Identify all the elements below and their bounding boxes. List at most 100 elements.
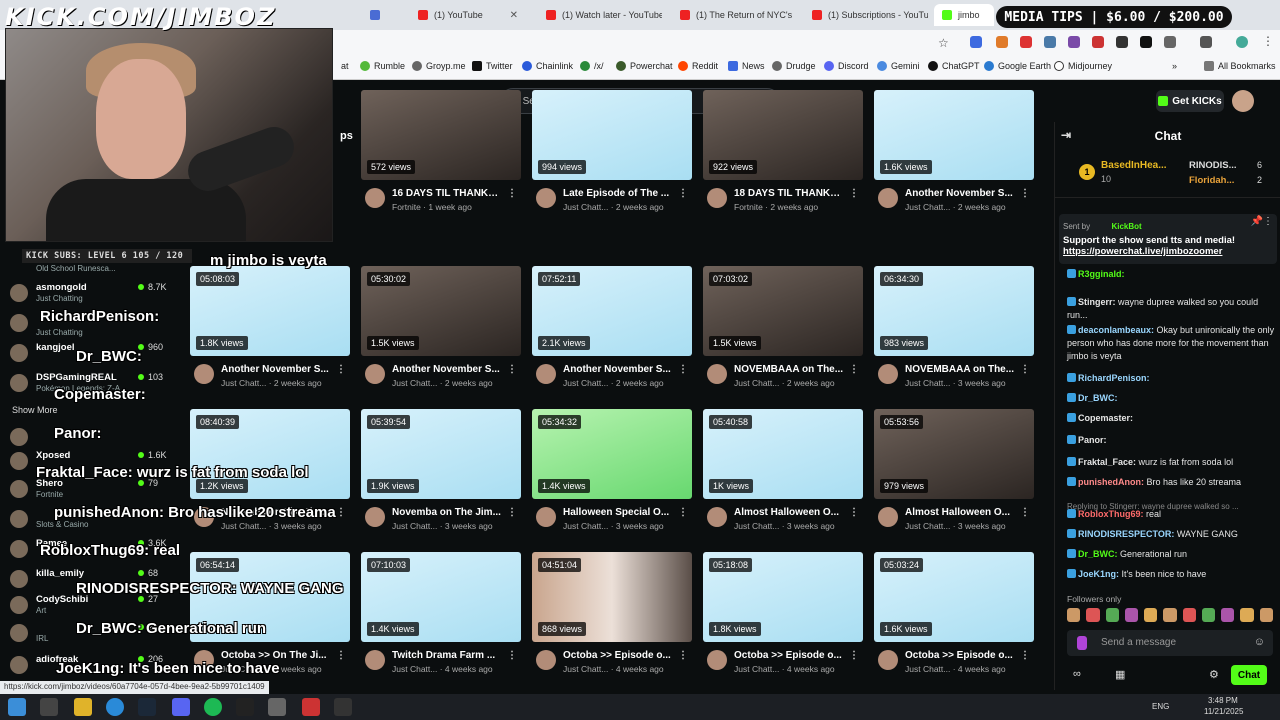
store-icon[interactable]: ▦ — [1115, 668, 1125, 681]
bookmark-google-earth[interactable]: Google Earth — [984, 61, 1051, 71]
avatar[interactable] — [536, 650, 556, 670]
video-title[interactable]: Another November S... — [905, 188, 1017, 199]
app-icon[interactable] — [302, 698, 320, 716]
bookmark-powerchat[interactable]: Powerchat — [616, 61, 673, 71]
video-thumbnail[interactable]: 994 views — [532, 90, 692, 180]
kebab-menu-icon[interactable]: ⋮ — [678, 650, 688, 661]
video-title[interactable]: 18 DAYS TIL THANKSGIVING — [734, 188, 846, 199]
emote-icon[interactable] — [1182, 608, 1196, 622]
all-bookmarks[interactable]: All Bookmarks — [1204, 61, 1276, 71]
video-title[interactable]: Late Episode of The ... — [563, 188, 675, 199]
video-title[interactable]: NOVEMBAAA on The... — [734, 364, 846, 375]
bookmark-truncated[interactable]: at — [341, 61, 349, 71]
video-thumbnail[interactable]: 05:40:58 1K views — [703, 409, 863, 499]
discord-icon[interactable] — [172, 698, 190, 716]
video-title[interactable]: Octoba >> Episode o... — [905, 650, 1017, 661]
video-title[interactable]: Octoba >> Episode o... — [563, 650, 675, 661]
chat-username[interactable]: Copemaster: — [1078, 413, 1133, 423]
video-title[interactable]: 16 DAYS TIL THANKSGIVING — [392, 188, 504, 199]
bookmarks-overflow-icon[interactable]: » — [1172, 61, 1177, 71]
kebab-menu-icon[interactable]: ⋮ — [849, 507, 859, 518]
avatar[interactable] — [365, 364, 385, 384]
avatar[interactable] — [707, 650, 727, 670]
video-title[interactable]: Novemba on The Jim... — [392, 507, 504, 518]
video-thumbnail[interactable]: 05:34:32 1.4K views — [532, 409, 692, 499]
kebab-menu-icon[interactable]: ⋮ — [1262, 34, 1274, 48]
video-thumbnail[interactable]: 572 views — [361, 90, 521, 180]
bookmark-midjourney[interactable]: Midjourney — [1054, 61, 1112, 71]
chat-send-button[interactable]: Chat — [1231, 665, 1267, 685]
kebab-menu-icon[interactable]: ⋮ — [849, 650, 859, 661]
video-thumbnail[interactable]: 05:08:03 1.8K views — [190, 266, 350, 356]
language-indicator[interactable]: ENG — [1152, 702, 1169, 711]
avatar[interactable] — [365, 650, 385, 670]
avatar[interactable] — [707, 507, 727, 527]
leader-name[interactable]: Floridah... — [1189, 175, 1234, 186]
avatar[interactable] — [194, 364, 214, 384]
chat-message[interactable]: Panor: — [1067, 434, 1275, 447]
clock-date[interactable]: 11/21/2025 — [1204, 707, 1243, 716]
extension-icon[interactable] — [970, 36, 982, 48]
kebab-menu-icon[interactable]: ⋮ — [849, 364, 859, 375]
bookmark-chatgpt[interactable]: ChatGPT — [928, 61, 980, 71]
x-twitter-icon[interactable] — [1140, 36, 1152, 48]
obs-icon[interactable] — [334, 698, 352, 716]
video-thumbnail[interactable]: 05:18:08 1.8K views — [703, 552, 863, 642]
emote-icon[interactable] — [1067, 608, 1081, 622]
emote-icon[interactable] — [1144, 608, 1158, 622]
kebab-menu-icon[interactable]: ⋮ — [336, 650, 346, 661]
tab-return-nyc[interactable]: (1) The Return of NYC's✕ — [672, 4, 796, 26]
bookmark-x-board[interactable]: /x/ — [580, 61, 604, 71]
bookmark-gemini[interactable]: Gemini — [877, 61, 920, 71]
user-avatar[interactable] — [1232, 90, 1254, 112]
video-title[interactable]: Another November S... — [392, 364, 504, 375]
video-thumbnail[interactable]: 05:39:54 1.9K views — [361, 409, 521, 499]
chat-username[interactable]: RichardPenison: — [1078, 373, 1150, 383]
chat-message[interactable]: punishedAnon: Bro has like 20 streama — [1067, 476, 1275, 489]
windows-start-icon[interactable] — [8, 698, 26, 716]
close-tab-icon[interactable]: ✕ — [510, 10, 518, 21]
terminal-icon[interactable] — [236, 698, 254, 716]
points-icon[interactable]: ∞ — [1073, 668, 1081, 680]
emote-icon[interactable] — [1201, 608, 1216, 622]
kebab-menu-icon[interactable]: ⋮ — [1020, 188, 1030, 199]
chat-message[interactable]: Dr_BWC: Generational run — [1067, 548, 1275, 561]
app-icon[interactable] — [268, 698, 286, 716]
settings-gear-icon[interactable]: ⚙ — [1209, 668, 1219, 681]
tab-watch-later[interactable]: (1) Watch later - YouTube✕ — [538, 4, 662, 26]
avatar[interactable] — [365, 507, 385, 527]
avatar[interactable] — [878, 507, 898, 527]
avatar[interactable] — [365, 188, 385, 208]
chat-message[interactable]: Fraktal_Face: wurz is fat from soda lol — [1067, 456, 1275, 469]
chat-message-input[interactable]: Send a message ☺ — [1067, 630, 1273, 656]
tab-subscriptions[interactable]: (1) Subscriptions - YouTube✕ — [804, 4, 928, 26]
avatar[interactable] — [707, 364, 727, 384]
video-thumbnail[interactable]: 07:52:11 2.1K views — [532, 266, 692, 356]
avatar[interactable] — [707, 188, 727, 208]
emoji-icon[interactable]: ☺ — [1254, 636, 1265, 648]
chat-username[interactable]: JoeK1ng: — [1078, 569, 1119, 579]
chat-username[interactable]: Dr_BWC: — [1078, 393, 1118, 403]
video-thumbnail[interactable]: 04:51:04 868 views — [532, 552, 692, 642]
video-title[interactable]: Another November S... — [563, 364, 675, 375]
show-more-link[interactable]: Show More — [12, 405, 58, 415]
kebab-menu-icon[interactable]: ⋮ — [678, 364, 688, 375]
pinned-sender[interactable]: KickBot — [1111, 222, 1141, 231]
leader-name[interactable]: RINODIS... — [1189, 160, 1237, 171]
emote-icon[interactable] — [1259, 608, 1273, 622]
chat-message[interactable]: deaconlambeaux: Okay but unironically th… — [1067, 324, 1275, 363]
kebab-menu-icon[interactable]: ⋮ — [849, 188, 859, 199]
emote-icon[interactable] — [1221, 608, 1235, 622]
video-title[interactable]: Almost Halloween O... — [734, 507, 846, 518]
extension-icon[interactable] — [1020, 36, 1032, 48]
video-thumbnail[interactable]: 922 views — [703, 90, 863, 180]
chrome-icon[interactable] — [106, 698, 124, 716]
chat-message[interactable]: Copemaster: — [1067, 412, 1275, 425]
kebab-menu-icon[interactable]: ⋮ — [678, 507, 688, 518]
bookmark-twitter[interactable]: Twitter — [472, 61, 513, 71]
mic-icon[interactable] — [1077, 636, 1087, 650]
chat-username[interactable]: R3gginaId: — [1078, 269, 1125, 279]
kebab-menu-icon[interactable]: ⋮ — [336, 507, 346, 518]
avatar[interactable] — [878, 364, 898, 384]
video-thumbnail[interactable]: 08:40:39 1.2K views — [190, 409, 350, 499]
